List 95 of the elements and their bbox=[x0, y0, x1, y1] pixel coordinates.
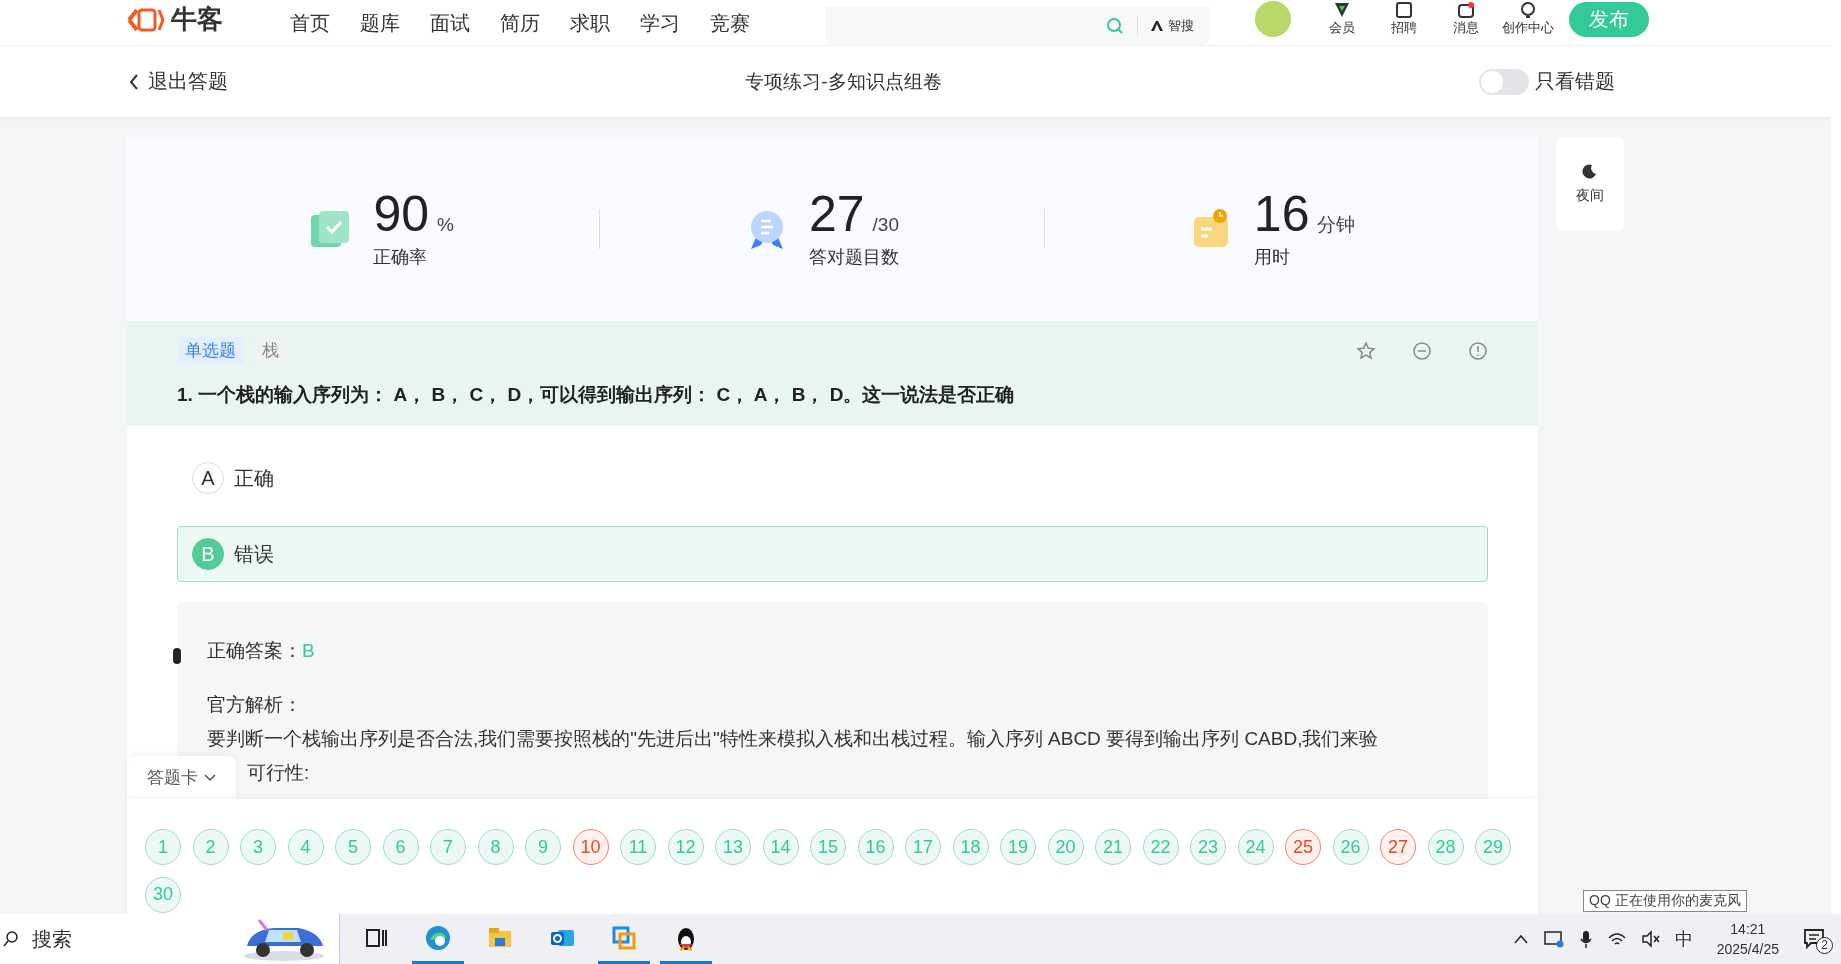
question-number[interactable]: 30 bbox=[145, 876, 181, 913]
input-method-indicator[interactable]: 中 bbox=[1674, 927, 1693, 951]
nav-link[interactable]: 竞赛 bbox=[710, 10, 750, 37]
analysis-text: 要判断一个栈输出序列是否合法,我们需要按照栈的"先进后出"特性来模拟入栈和出栈过程。输入序列 ABCD 要得到输出序列 CABD,我们来验 bbox=[207, 727, 1380, 751]
microphone-icon[interactable] bbox=[1578, 929, 1593, 949]
answer-option[interactable]: A 正确 bbox=[177, 450, 1488, 506]
question-number[interactable]: 29 bbox=[1475, 829, 1511, 865]
analysis-title: 官方解析： bbox=[207, 693, 303, 717]
tooltip: QQ 正在使用你的麦克风 bbox=[1583, 890, 1747, 912]
nav-link[interactable]: 题库 bbox=[360, 10, 400, 37]
question-number[interactable]: 4 bbox=[287, 829, 324, 865]
question-number[interactable]: 17 bbox=[905, 829, 941, 865]
question-text: 1. 一个栈的输入序列为： A， B， C， D，可以得到输出序列： C， A， B， D。这一说法是否正确 bbox=[177, 383, 1016, 407]
question-number[interactable]: 1 bbox=[145, 829, 181, 865]
header-action[interactable]: 会员 bbox=[1311, 1, 1373, 37]
back-icon bbox=[128, 72, 140, 91]
question-number[interactable]: 18 bbox=[952, 829, 989, 865]
question-number[interactable]: 7 bbox=[430, 829, 466, 865]
notification-icon[interactable] bbox=[1803, 928, 1827, 950]
option-letter: B bbox=[192, 538, 224, 570]
moon-icon bbox=[1582, 163, 1598, 179]
stat-unit: /30 bbox=[872, 214, 899, 236]
toggle-switch[interactable] bbox=[1479, 68, 1529, 95]
nav-link[interactable]: 求职 bbox=[570, 10, 610, 37]
analysis-text: 可行性: bbox=[247, 761, 310, 785]
question-number[interactable]: 20 bbox=[1047, 829, 1084, 865]
nav-link[interactable]: 面试 bbox=[430, 10, 470, 37]
answer-option[interactable]: B 错误 bbox=[177, 526, 1488, 582]
taskbar-search[interactable]: 搜索 bbox=[0, 914, 340, 964]
message-icon bbox=[1456, 1, 1476, 19]
stat-value: 90 bbox=[373, 189, 430, 239]
option-text: 错误 bbox=[234, 541, 274, 567]
question-number[interactable]: 11 bbox=[620, 829, 656, 865]
clock[interactable]: 14:21 2025/4/25 bbox=[1716, 919, 1779, 959]
info-icon[interactable] bbox=[1468, 340, 1488, 361]
question-number[interactable]: 28 bbox=[1427, 829, 1464, 865]
back-link[interactable]: 退出答题 bbox=[128, 68, 418, 95]
question-number[interactable]: 24 bbox=[1237, 829, 1274, 865]
answer-label: 正确答案： bbox=[207, 640, 302, 661]
nav-link[interactable]: 简历 bbox=[500, 10, 540, 37]
question-number[interactable]: 3 bbox=[240, 829, 276, 865]
stat-label: 正确率 bbox=[373, 246, 429, 269]
correct-answer: B bbox=[302, 640, 315, 661]
notification-count: 2 bbox=[1816, 937, 1833, 954]
question-number[interactable]: 25 bbox=[1285, 829, 1321, 865]
star-icon[interactable] bbox=[1356, 340, 1376, 361]
header-action[interactable]: 招聘 bbox=[1373, 1, 1435, 37]
question-number[interactable]: 27 bbox=[1380, 829, 1416, 865]
question-number[interactable]: 13 bbox=[715, 829, 751, 865]
nav-link[interactable]: 首页 bbox=[290, 10, 330, 37]
search-icon bbox=[2, 930, 20, 948]
monitor-icon[interactable] bbox=[1542, 929, 1565, 949]
stat-value: 27 bbox=[808, 189, 865, 239]
question-number[interactable]: 5 bbox=[335, 829, 371, 865]
question-number[interactable]: 12 bbox=[667, 829, 704, 865]
question-number[interactable]: 8 bbox=[477, 829, 514, 865]
toggle-label[interactable]: 只看错题 bbox=[1535, 68, 1615, 95]
stat-label: 答对题目数 bbox=[808, 246, 899, 269]
topic-tag: 栈 bbox=[254, 337, 287, 364]
ai-search-button[interactable]: 智搜 bbox=[1137, 16, 1200, 36]
nav-link[interactable]: 学习 bbox=[640, 10, 680, 37]
question-number[interactable]: 10 bbox=[572, 829, 609, 865]
header-action[interactable]: 创作中心 bbox=[1497, 1, 1559, 37]
page-title: 专项练习-多知识点组卷 bbox=[744, 69, 943, 94]
lightbulb-icon bbox=[1518, 1, 1538, 19]
answer-card-tab[interactable]: 答题卡 bbox=[127, 756, 236, 799]
logo-text[interactable]: 牛客 bbox=[171, 2, 223, 37]
stat-label: 用时 bbox=[1253, 246, 1291, 269]
stat-unit: % bbox=[437, 214, 454, 236]
night-mode-button[interactable]: 夜间 bbox=[1556, 137, 1624, 231]
publish-button[interactable]: 发布 bbox=[1569, 2, 1649, 37]
question-number[interactable]: 9 bbox=[525, 829, 561, 865]
chevron-up-icon[interactable] bbox=[1512, 933, 1529, 945]
search-field[interactable]: 智搜 bbox=[825, 7, 1210, 45]
header-action[interactable]: 消息 bbox=[1435, 1, 1497, 37]
question-number[interactable]: 22 bbox=[1142, 829, 1179, 865]
option-letter: A bbox=[192, 462, 224, 494]
question-number[interactable]: 2 bbox=[192, 829, 229, 865]
question-number[interactable]: 23 bbox=[1190, 829, 1226, 865]
question-number[interactable]: 6 bbox=[382, 829, 419, 865]
question-number[interactable]: 19 bbox=[1000, 829, 1036, 865]
chevron-down-icon bbox=[204, 773, 216, 782]
question-number[interactable]: 21 bbox=[1095, 829, 1131, 865]
question-number[interactable]: 16 bbox=[857, 829, 894, 865]
question-type-tag: 单选题 bbox=[177, 337, 244, 364]
minus-circle-icon[interactable] bbox=[1412, 340, 1432, 361]
speaker-muted-icon[interactable] bbox=[1640, 930, 1661, 948]
bullet-mark bbox=[173, 648, 181, 664]
question-number[interactable]: 15 bbox=[810, 829, 846, 865]
letter-a-icon bbox=[1150, 20, 1164, 32]
question-number[interactable]: 14 bbox=[762, 829, 799, 865]
option-text: 正确 bbox=[234, 465, 274, 491]
stat-unit: 分钟 bbox=[1317, 213, 1356, 237]
question-number[interactable]: 26 bbox=[1332, 829, 1369, 865]
stat-value: 16 bbox=[1253, 189, 1310, 239]
